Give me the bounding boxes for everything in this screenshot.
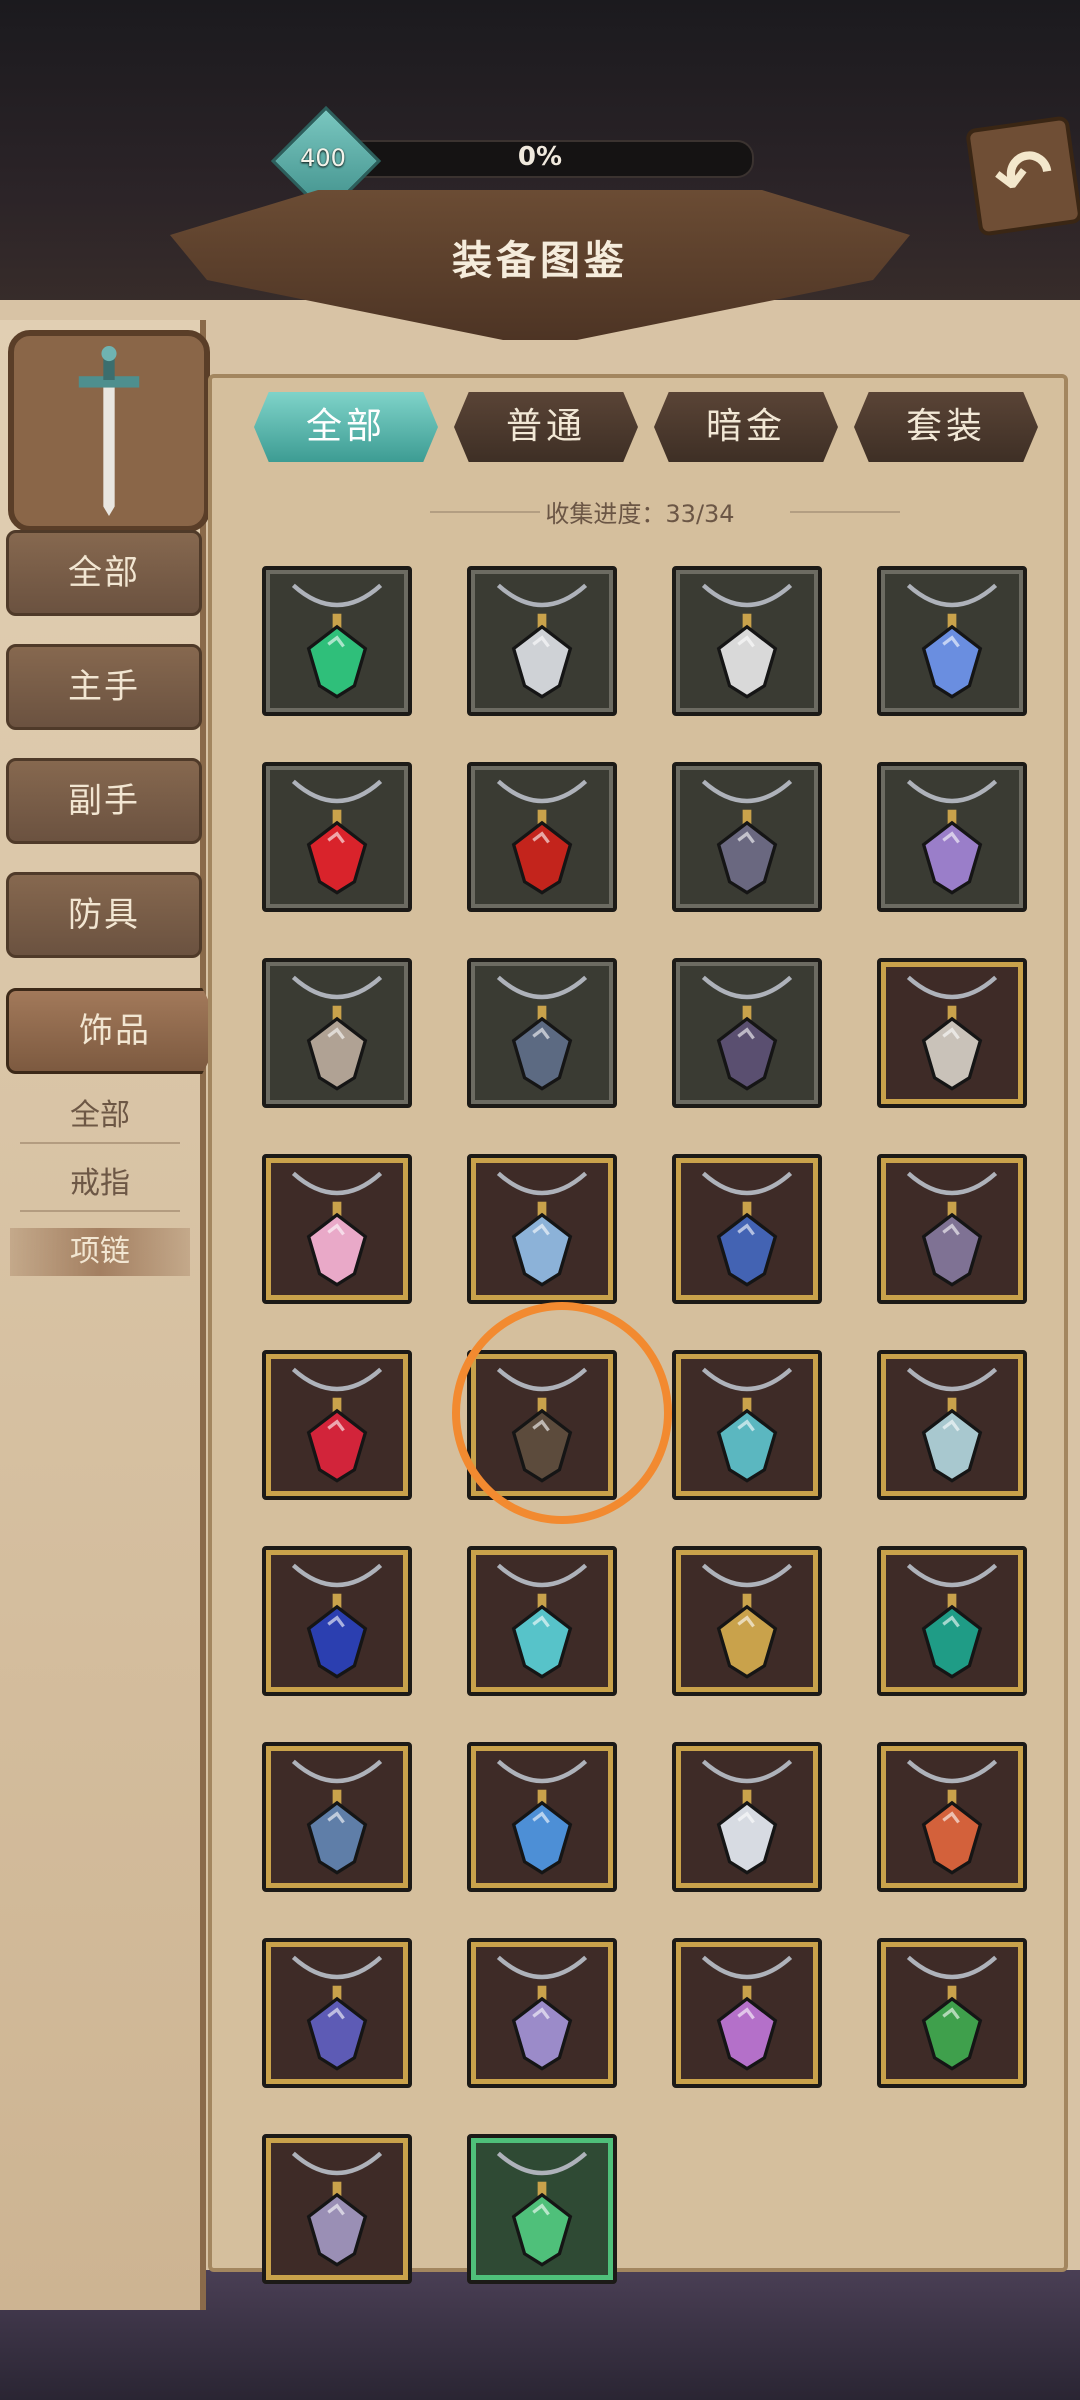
item-slot[interactable] [877,1742,1027,1892]
horn-pendant-icon [291,975,383,1091]
red-star-pendant-icon [906,1759,998,1875]
back-arrow-icon: ↶ [989,131,1059,221]
item-slot[interactable] [672,1154,822,1304]
category-all[interactable]: 全部 [6,530,202,616]
subcategory-necklaces[interactable]: 项链 [10,1228,190,1276]
lightning-pendant-icon [701,1759,793,1875]
divider [790,511,900,513]
item-slot[interactable] [877,1938,1027,2088]
item-slot[interactable] [467,1938,617,2088]
green-vial-pendant-icon [906,1955,998,2071]
item-slot[interactable] [262,958,412,1108]
highlight-circle [452,1302,672,1524]
divider [20,1210,180,1212]
page-title: 装备图鉴 [452,238,628,284]
crescent-moon-pendant-icon [496,1563,588,1679]
item-slot[interactable] [467,1546,617,1696]
serpent-pendant-icon [291,1759,383,1875]
spirit-crystal-pendant-icon [496,1955,588,2071]
silver-cross-necklace-icon [496,583,588,699]
subcategory-rings[interactable]: 戒指 [10,1160,190,1208]
item-slot[interactable] [262,1938,412,2088]
teal-ring-pendant-icon [906,1367,998,1483]
item-slot[interactable] [467,958,617,1108]
item-slot[interactable] [467,1154,617,1304]
item-slot[interactable] [262,762,412,912]
tab-dark-gold[interactable]: 暗金 [654,392,838,462]
caged-violet-orb-icon [291,1955,383,2071]
item-slot[interactable] [467,566,617,716]
back-button[interactable]: ↶ [964,115,1080,237]
sword-icon [78,346,140,516]
item-slot[interactable] [262,566,412,716]
subcategory-all[interactable]: 全部 [10,1092,190,1140]
red-heart-gem-icon [291,779,383,895]
progress-percent: 0% [517,142,563,172]
tab-set[interactable]: 套装 [854,392,1038,462]
ghost-skull-pendant-icon [291,2151,383,2267]
blue-crystal-cage-icon [906,583,998,699]
blue-heart-pendant-icon [291,1563,383,1679]
item-slot[interactable] [877,566,1027,716]
green-gem-necklace-icon [291,583,383,699]
item-slot[interactable] [672,1742,822,1892]
item-slot[interactable] [877,762,1027,912]
item-slot[interactable] [467,2134,617,2284]
pink-flame-pendant-icon [291,1171,383,1287]
tab-all[interactable]: 全部 [254,392,438,462]
red-ruby-wrap-icon [291,1367,383,1483]
orb-talisman-icon [701,1171,793,1287]
item-slot[interactable] [467,1742,617,1892]
item-slot[interactable] [262,2134,412,2284]
ice-dagger-pendant-icon [496,1171,588,1287]
purple-crystal-icon [906,779,998,895]
category-main-hand[interactable]: 主手 [6,644,202,730]
item-slot[interactable] [877,1154,1027,1304]
chained-skull-pendant-icon [701,1955,793,2071]
dark-crystal-shard-icon [701,779,793,895]
item-slot[interactable] [877,958,1027,1108]
item-slot[interactable] [672,1938,822,2088]
item-slot[interactable] [672,566,822,716]
golden-lion-pendant-icon [701,1563,793,1679]
sword-emblem-icon [8,330,210,532]
item-slot[interactable] [467,762,617,912]
item-slot[interactable] [877,1546,1027,1696]
item-slot[interactable] [262,1546,412,1696]
emerald-orb-pendant-icon [906,1563,998,1679]
item-slot[interactable] [672,1546,822,1696]
tab-normal[interactable]: 普通 [454,392,638,462]
emerald-gem-cluster-icon [496,2151,588,2267]
stone-rune-pendant-icon [496,975,588,1091]
category-accessories[interactable]: 饰品 [6,988,224,1074]
eye-amulet-icon [496,1759,588,1875]
bat-wing-pendant-icon [701,975,793,1091]
item-slot[interactable] [672,762,822,912]
divider [20,1142,180,1144]
item-slot[interactable] [672,958,822,1108]
sidebar [0,320,206,2310]
item-slot[interactable] [262,1350,412,1500]
item-slot[interactable] [262,1742,412,1892]
purple-shard-icon [906,1171,998,1287]
teal-disk-pendant-icon [701,1367,793,1483]
item-slot[interactable] [877,1350,1027,1500]
item-slot[interactable] [262,1154,412,1304]
category-armor[interactable]: 防具 [6,872,202,958]
red-oval-gem-icon [496,779,588,895]
category-off-hand[interactable]: 副手 [6,758,202,844]
item-slot[interactable] [672,1350,822,1500]
coffin-tablet-icon [906,975,998,1091]
shield-pendant-icon [701,583,793,699]
